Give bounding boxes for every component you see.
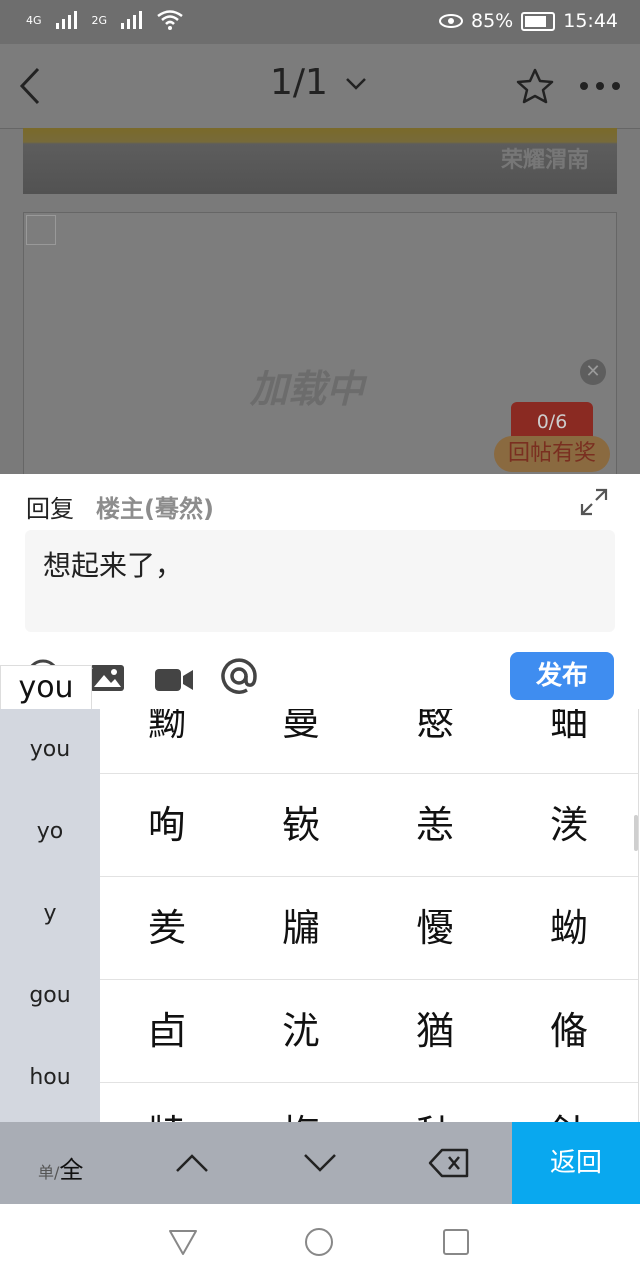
pinyin-option[interactable]: yo bbox=[0, 819, 100, 844]
publish-button[interactable]: 发布 bbox=[510, 652, 614, 700]
clock: 15:44 bbox=[563, 10, 618, 32]
candidate-char[interactable]: 梅 bbox=[234, 1083, 368, 1123]
eye-icon bbox=[439, 14, 463, 28]
candidate-char[interactable]: 曼 bbox=[234, 709, 368, 773]
ime-composing-text: you bbox=[0, 665, 92, 711]
candidate-char[interactable]: 猶 bbox=[368, 980, 502, 1082]
reply-counter: 0/6 bbox=[511, 402, 593, 440]
page-selector[interactable]: 1/1 bbox=[270, 62, 367, 103]
candidate-char[interactable]: 卣 bbox=[100, 980, 234, 1082]
chevron-up-icon[interactable] bbox=[174, 1152, 210, 1174]
broken-image-icon bbox=[26, 215, 56, 245]
reply-input-text: 想起来了， bbox=[43, 549, 184, 582]
reply-label: 回复 bbox=[26, 495, 74, 523]
pinyin-option[interactable]: you bbox=[0, 737, 100, 762]
candidate-char[interactable]: 咰 bbox=[100, 774, 234, 876]
candidate-char[interactable]: 恙 bbox=[368, 774, 502, 876]
toggle-full-label: 全 bbox=[59, 1156, 84, 1184]
banner-brand: 荣耀渭南 bbox=[500, 148, 589, 173]
signal-2g: 2G bbox=[91, 13, 108, 27]
ime-candidate-grid: 黝 曼 愍 蚰 咰 嵚 恙 湵 羑 牖 懮 蚴 卣 沋 猶 偹 牍 梅 秈 釷 bbox=[100, 709, 639, 1123]
width-toggle[interactable]: 单/全 bbox=[38, 1150, 83, 1185]
candidate-char[interactable]: 黝 bbox=[100, 709, 234, 773]
signal-icon bbox=[55, 11, 77, 29]
reward-button[interactable]: 回帖有奖 bbox=[494, 436, 610, 472]
candidate-row: 咰 嵚 恙 湵 bbox=[100, 774, 638, 877]
pinyin-option[interactable]: y bbox=[0, 901, 100, 926]
reply-target: 楼主(蓦然) bbox=[96, 495, 214, 523]
pinyin-option[interactable]: hou bbox=[0, 1065, 100, 1090]
candidate-char[interactable]: 牖 bbox=[234, 877, 368, 979]
candidate-row: 黝 曼 愍 蚰 bbox=[100, 709, 638, 774]
nav-recents-icon[interactable] bbox=[442, 1228, 470, 1256]
ime-bottom-bar: 单/全 bbox=[0, 1122, 512, 1204]
signal-4g: 4G bbox=[26, 13, 42, 27]
ime-return-button[interactable]: 返回 bbox=[512, 1122, 640, 1204]
candidate-char[interactable]: 愍 bbox=[368, 709, 502, 773]
page-indicator: 1/1 bbox=[270, 62, 328, 103]
mention-icon[interactable] bbox=[220, 656, 258, 696]
candidate-char[interactable]: 蚰 bbox=[502, 709, 636, 773]
back-icon[interactable] bbox=[18, 66, 42, 106]
candidate-char[interactable]: 釷 bbox=[502, 1083, 636, 1123]
system-nav-bar bbox=[0, 1204, 640, 1280]
candidate-row: 卣 沋 猶 偹 bbox=[100, 980, 638, 1083]
loading-text: 加载中 bbox=[250, 367, 365, 411]
reply-input[interactable]: 想起来了， bbox=[25, 530, 615, 632]
chevron-down-icon[interactable] bbox=[302, 1152, 338, 1174]
candidate-char[interactable]: 沋 bbox=[234, 980, 368, 1082]
battery-icon bbox=[521, 11, 556, 31]
nav-back-icon[interactable] bbox=[168, 1228, 198, 1256]
candidate-char[interactable]: 偹 bbox=[502, 980, 636, 1082]
nav-home-icon[interactable] bbox=[304, 1227, 334, 1257]
candidate-scrollbar[interactable] bbox=[634, 815, 638, 851]
wifi-icon bbox=[157, 10, 183, 30]
status-bar: 4G 2G 85% 15:44 bbox=[0, 0, 640, 44]
chevron-down-icon bbox=[346, 78, 367, 90]
candidate-char[interactable]: 蚴 bbox=[502, 877, 636, 979]
ime-pinyin-list: you yo y gou hou bbox=[0, 709, 100, 1123]
candidate-char[interactable]: 嵚 bbox=[234, 774, 368, 876]
expand-icon[interactable] bbox=[580, 488, 608, 516]
signal-icon bbox=[121, 11, 143, 29]
candidate-char[interactable]: 牍 bbox=[100, 1083, 234, 1123]
candidate-row: 牍 梅 秈 釷 bbox=[100, 1083, 638, 1123]
pinyin-option[interactable]: gou bbox=[0, 983, 100, 1008]
battery-percent: 85% bbox=[471, 10, 514, 32]
video-icon[interactable] bbox=[154, 660, 194, 700]
post-image: 荣耀渭南 bbox=[23, 128, 617, 194]
candidate-char[interactable]: 秈 bbox=[368, 1083, 502, 1123]
toggle-single-label: 单/ bbox=[38, 1163, 60, 1182]
backspace-icon[interactable] bbox=[428, 1148, 470, 1178]
candidate-char[interactable]: 湵 bbox=[502, 774, 636, 876]
candidate-char[interactable]: 羑 bbox=[100, 877, 234, 979]
candidate-char[interactable]: 懮 bbox=[368, 877, 502, 979]
star-icon[interactable] bbox=[516, 68, 554, 104]
more-icon[interactable] bbox=[578, 80, 622, 92]
close-icon[interactable]: ✕ bbox=[580, 359, 606, 385]
candidate-row: 羑 牖 懮 蚴 bbox=[100, 877, 638, 980]
